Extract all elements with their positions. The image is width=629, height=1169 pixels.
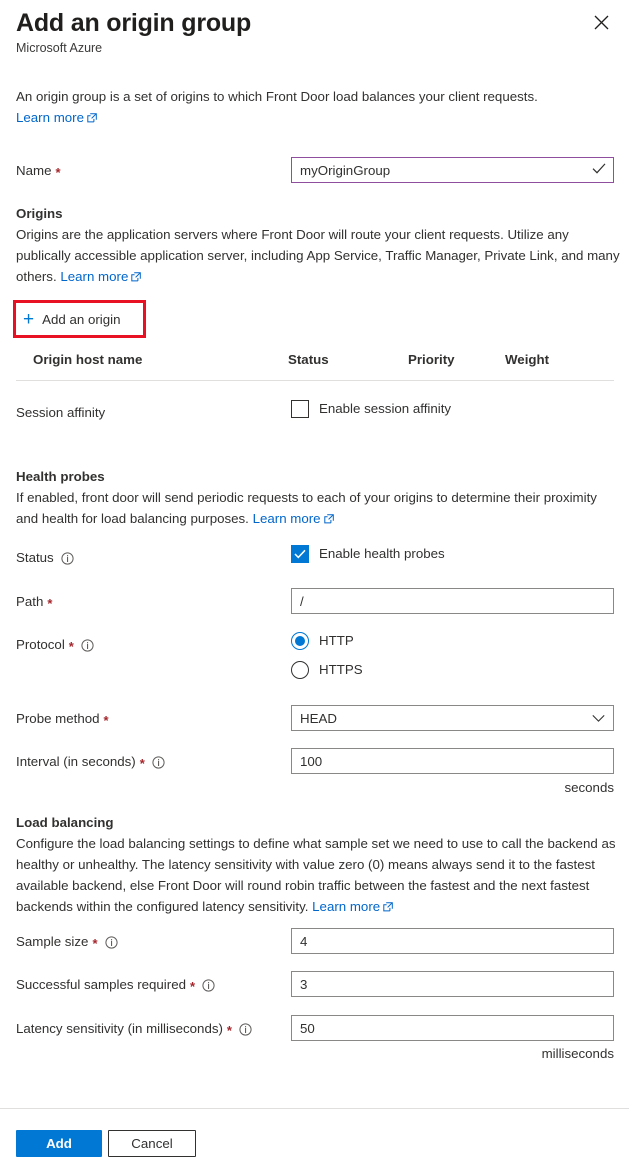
add-origin-group-blade: Add an origin group Microsoft Azure An o… <box>0 0 629 1169</box>
enable-session-affinity-checkbox[interactable]: Enable session affinity <box>291 400 451 418</box>
intro-learn-more-link[interactable]: Learn more <box>16 110 97 125</box>
protocol-required-asterisk: * <box>68 638 74 654</box>
info-icon[interactable] <box>61 551 74 565</box>
checkmark-icon <box>294 549 306 559</box>
page-subtitle: Microsoft Azure <box>16 41 103 55</box>
info-icon[interactable] <box>202 978 215 992</box>
name-input[interactable] <box>291 157 614 183</box>
sample-size-label: Sample size * <box>16 933 118 951</box>
info-icon[interactable] <box>104 935 118 949</box>
probe-method-label: Probe method * <box>16 710 109 728</box>
checkbox-box <box>291 400 309 418</box>
add-button[interactable]: Add <box>16 1130 102 1157</box>
interval-suffix: seconds <box>564 780 614 795</box>
radio-circle-selected <box>291 632 309 650</box>
load-balancing-learn-more-label: Learn more <box>312 899 381 914</box>
session-affinity-label-text: Session affinity <box>16 405 106 420</box>
protocol-http-label: HTTP <box>319 633 354 648</box>
close-button[interactable] <box>587 8 615 36</box>
successful-samples-required-asterisk: * <box>189 978 196 994</box>
health-probes-section: Health probes If enabled, front door wil… <box>16 466 620 530</box>
info-icon[interactable] <box>152 755 165 769</box>
load-balancing-learn-more-link[interactable]: Learn more <box>312 899 393 914</box>
intro-sentence: An origin group is a set of origins to w… <box>16 89 538 104</box>
probe-method-required-asterisk: * <box>103 712 109 728</box>
cancel-button[interactable]: Cancel <box>108 1130 196 1157</box>
path-required-asterisk: * <box>47 595 53 611</box>
probe-status-label: Status <box>16 549 74 567</box>
intro-learn-more-label: Learn more <box>16 110 84 125</box>
successful-samples-input[interactable] <box>291 971 614 997</box>
page-title: Add an origin group <box>16 9 252 37</box>
latency-sensitivity-label-text: Latency sensitivity (in milliseconds) <box>16 1021 223 1036</box>
column-header-origin-host-name[interactable]: Origin host name <box>33 350 142 370</box>
external-link-icon <box>323 509 334 530</box>
latency-sensitivity-required-asterisk: * <box>226 1022 232 1038</box>
protocol-label-text: Protocol <box>16 637 65 652</box>
health-probes-learn-more-link[interactable]: Learn more <box>253 511 334 526</box>
path-label-text: Path <box>16 594 44 609</box>
probe-method-label-text: Probe method <box>16 711 100 726</box>
column-header-weight[interactable]: Weight <box>505 350 549 370</box>
origins-section: Origins Origins are the application serv… <box>16 203 620 288</box>
latency-sensitivity-input[interactable] <box>291 1015 614 1041</box>
probe-status-label-text: Status <box>16 550 54 565</box>
intro-text: An origin group is a set of origins to w… <box>16 86 616 129</box>
enable-health-probes-checkbox[interactable]: Enable health probes <box>291 545 445 563</box>
protocol-label: Protocol * <box>16 636 94 654</box>
enable-health-probes-label: Enable health probes <box>319 546 445 561</box>
external-link-icon <box>383 897 393 918</box>
sample-size-required-asterisk: * <box>92 935 98 951</box>
external-link-icon <box>87 108 97 129</box>
latency-sensitivity-suffix: milliseconds <box>541 1046 614 1061</box>
successful-samples-label-text: Successful samples required <box>16 977 186 992</box>
external-link-icon <box>131 267 142 288</box>
origins-learn-more-label: Learn more <box>60 269 129 284</box>
probe-method-select[interactable] <box>291 705 614 731</box>
interval-input[interactable] <box>291 748 614 774</box>
interval-required-asterisk: * <box>139 755 145 771</box>
health-probes-heading: Health probes <box>16 469 105 484</box>
name-label: Name * <box>16 162 61 180</box>
add-an-origin-label: Add an origin <box>42 311 121 327</box>
interval-label-text: Interval (in seconds) <box>16 754 136 769</box>
protocol-radio-https[interactable]: HTTPS <box>291 661 363 679</box>
plus-icon: + <box>23 308 35 330</box>
column-header-priority[interactable]: Priority <box>408 350 455 370</box>
sample-size-label-text: Sample size <box>16 934 89 949</box>
info-icon[interactable] <box>81 638 94 652</box>
add-an-origin-button[interactable]: + Add an origin <box>19 306 124 332</box>
load-balancing-heading: Load balancing <box>16 815 114 830</box>
origins-learn-more-link[interactable]: Learn more <box>60 269 142 284</box>
protocol-https-label: HTTPS <box>319 662 363 677</box>
session-affinity-label: Session affinity <box>16 404 105 422</box>
name-input-wrap <box>291 157 614 183</box>
name-required-asterisk: * <box>55 164 61 180</box>
sample-size-input[interactable] <box>291 928 614 954</box>
probe-method-select-wrap <box>291 705 614 731</box>
successful-samples-label: Successful samples required * <box>16 976 215 994</box>
radio-circle <box>291 661 309 679</box>
interval-label: Interval (in seconds) * <box>16 753 165 771</box>
name-label-text: Name <box>16 163 52 178</box>
checkbox-box <box>291 545 309 563</box>
health-probes-learn-more-label: Learn more <box>252 511 321 526</box>
close-icon <box>594 15 609 30</box>
origins-heading: Origins <box>16 206 63 221</box>
load-balancing-section: Load balancing Configure the load balanc… <box>16 812 620 918</box>
protocol-radio-http[interactable]: HTTP <box>291 632 354 650</box>
enable-session-affinity-label: Enable session affinity <box>319 401 452 416</box>
latency-sensitivity-label: Latency sensitivity (in milliseconds) * <box>16 1020 252 1038</box>
footer-divider <box>0 1108 629 1109</box>
info-icon[interactable] <box>239 1022 252 1036</box>
column-header-status[interactable]: Status <box>288 350 329 370</box>
path-label: Path * <box>16 593 52 611</box>
path-input[interactable] <box>291 588 614 614</box>
origins-table-header: Origin host name Status Priority Weight <box>16 350 614 381</box>
